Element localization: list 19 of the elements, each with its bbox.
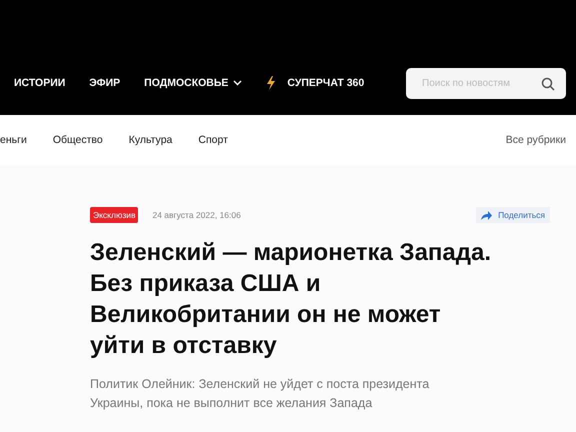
share-button[interactable]: Поделиться [476,207,550,223]
chevron-icon [233,80,242,86]
nav-link[interactable]: ПОДМОСКОВЬЕ [144,77,242,89]
rubric-link[interactable]: Культура [128,134,172,146]
article-title: Зеленский — марионетка Запада. Без приказа США и Великобритании он не может уйти в отставку [90,238,492,361]
search-field[interactable]: Поиск по новостям [406,68,566,98]
article-date: 24 августа 2022, 16:06 [152,210,241,220]
share-icon [481,210,492,220]
article-lead: Политик Олейник: Зеленский не уйдет с поста президента Украины, пока не выполнит все желания Запада [90,376,430,412]
rubric-link[interactable]: Спорт [198,134,228,146]
rubric-link[interactable]: еньги [0,134,27,146]
all-rubrics-link[interactable]: Все рубрики [506,134,566,146]
rubric-link[interactable]: Общество [52,134,103,146]
lightning-icon [266,76,276,90]
nav-link[interactable]: ЭФИР [89,77,120,89]
exclusive-badge: Эксклюзив [90,207,138,223]
nav-link[interactable]: ИСТОРИИ [14,77,66,89]
search-icon [541,76,555,90]
nav-link[interactable]: СУПЕРЧАТ 360 [266,76,364,90]
